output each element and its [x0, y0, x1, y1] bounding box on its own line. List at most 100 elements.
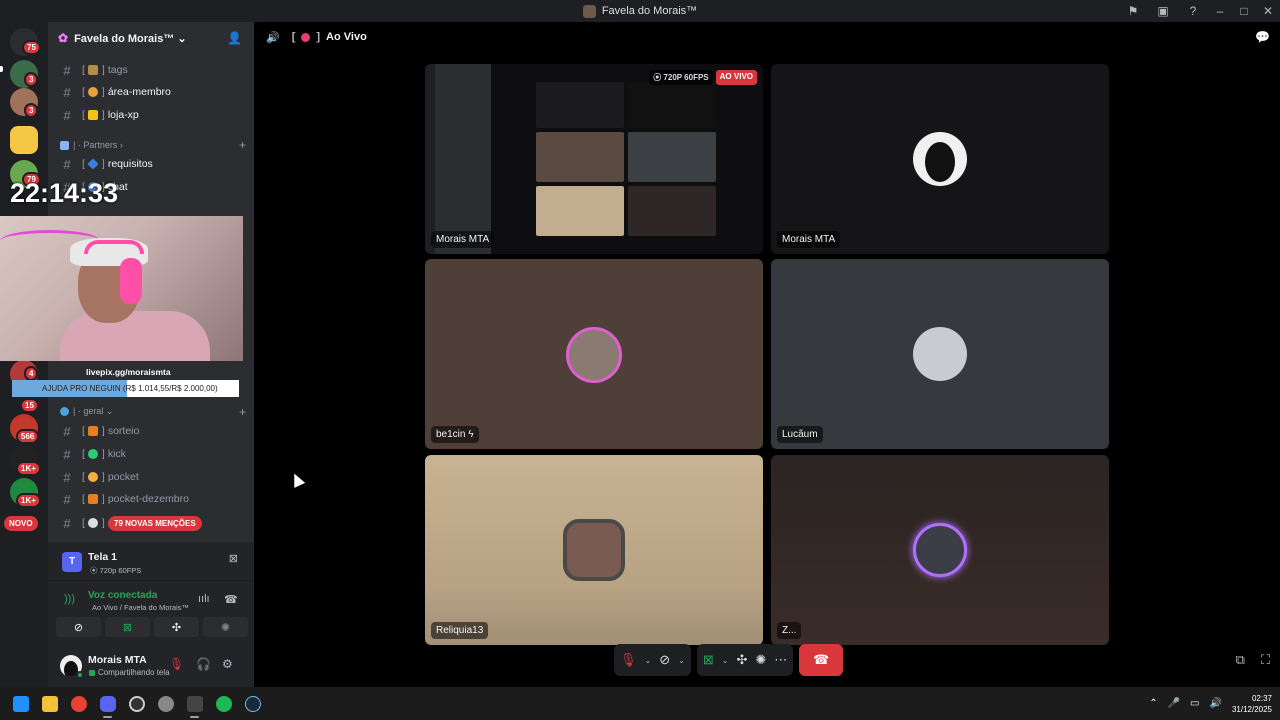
steam-icon[interactable]	[238, 687, 267, 720]
server-icon	[582, 4, 596, 18]
add-member-icon[interactable]: 👤	[227, 31, 242, 45]
mic-muted-icon[interactable]: 🎙	[169, 657, 184, 671]
hash-icon: #	[63, 491, 71, 507]
mention-badge: 15	[20, 398, 39, 413]
leave-call-button[interactable]: ☎	[799, 644, 844, 676]
avatar	[563, 519, 625, 581]
avatar	[566, 327, 622, 383]
hash-icon: #	[63, 423, 71, 439]
channel-title: Ao Vivo	[326, 31, 367, 43]
participant-tile[interactable]: Reliquia13	[425, 455, 763, 645]
spotify-icon[interactable]	[209, 687, 238, 720]
participant-tile[interactable]: Lucãum	[771, 259, 1109, 449]
voice-status[interactable]: Voz conectada	[88, 590, 157, 601]
channel-item[interactable]: # [] área-membro	[56, 81, 246, 103]
tile-label: Morais MTA	[431, 231, 495, 248]
share-screen-icon[interactable]: ⊠	[703, 652, 714, 668]
minimize-button[interactable]: –	[1208, 0, 1232, 22]
screen-icon[interactable]: ▣	[1148, 0, 1178, 22]
channel-item[interactable]: # [] pocket-dezembro	[56, 488, 246, 510]
file-explorer-icon[interactable]	[35, 687, 64, 720]
participant-tile[interactable]: be1cin ϟ	[425, 259, 763, 449]
category-partners[interactable]: | · Partners › +	[60, 138, 246, 152]
category-label: | · Partners ›	[73, 140, 123, 150]
inbox-icon[interactable]: ⚑	[1118, 0, 1148, 22]
title-bar: Favela do Morais™ ⚑ ▣ ? – □ ✕	[0, 0, 1280, 22]
tile-label: Lucãum	[777, 426, 823, 443]
maximize-button[interactable]: □	[1232, 0, 1256, 22]
activities-icon[interactable]: ✣	[736, 652, 747, 668]
category-geral[interactable]: | · geral ⌄ +	[60, 405, 246, 419]
settings-icon[interactable]	[151, 687, 180, 720]
mention-badge: 1K+	[16, 493, 41, 508]
stop-stream-icon[interactable]: ⊠	[229, 552, 238, 565]
camera-off-button[interactable]: ⊘	[56, 617, 101, 637]
epic-games-icon[interactable]	[180, 687, 209, 720]
screen-share-tile[interactable]: ⦿ 720P 60FPS AO VIVO Morais MTA	[425, 64, 763, 254]
start-button[interactable]	[6, 687, 35, 720]
channel-name: requisitos	[107, 158, 153, 170]
participant-tile[interactable]: Z...	[771, 455, 1109, 645]
headphones-muted-icon[interactable]: 🎧	[196, 657, 211, 671]
unread-pip	[0, 66, 3, 72]
chevron-up-icon[interactable]: ⌃	[1149, 698, 1157, 709]
fullscreen-icon[interactable]: ⛶	[1261, 652, 1270, 668]
soundboard-button[interactable]: ✺	[203, 617, 248, 637]
share-screen-button[interactable]: ⊠	[105, 617, 150, 637]
soundboard-icon[interactable]: ✺	[755, 652, 766, 668]
hash-icon: #	[63, 156, 71, 172]
channel-item[interactable]: # [] kick	[56, 443, 246, 465]
add-channel-icon[interactable]: +	[239, 138, 246, 152]
hash-icon: #	[63, 515, 71, 531]
chevron-down-icon[interactable]: ⌄	[645, 656, 652, 665]
settings-gear-icon[interactable]: ⚙	[222, 657, 233, 671]
user-name[interactable]: Morais MTA	[88, 654, 147, 666]
gift-icon	[87, 494, 98, 504]
chrome-icon[interactable]	[64, 687, 93, 720]
participant-tile[interactable]: Morais MTA	[771, 64, 1109, 254]
display-icon[interactable]: ▭	[1190, 698, 1199, 709]
voice-channel[interactable]: Ao Vivo / Favela do Morais™	[92, 603, 189, 612]
flower-icon: ✿	[58, 31, 69, 45]
camera-off-icon[interactable]: ⊘	[659, 652, 670, 668]
hash-icon: #	[63, 446, 71, 462]
help-icon[interactable]: ?	[1178, 0, 1208, 22]
screen-thumb: T	[62, 552, 82, 572]
obs-icon[interactable]	[122, 687, 151, 720]
volume-icon[interactable]: 🔊	[1210, 698, 1222, 709]
channel-item[interactable]: # [] pocket	[56, 466, 246, 488]
mic-muted-icon[interactable]: 🎙	[620, 652, 637, 668]
user-panel: Morais MTA Compartilhando tela 🎙 🎧 ⚙	[48, 645, 254, 687]
chat-bubble-icon[interactable]: 💬	[1255, 30, 1270, 44]
hash-icon: #	[63, 107, 71, 123]
channel-item[interactable]: # [] requisitos	[56, 153, 246, 175]
channel-name: sorteio	[107, 425, 140, 437]
signal-icon[interactable]: )))	[64, 593, 75, 605]
microphone-icon[interactable]: 🎤	[1168, 698, 1180, 709]
channel-item[interactable]: # [] tags	[56, 59, 246, 81]
activities-button[interactable]: ✣	[154, 617, 199, 637]
channel-name: tags	[107, 64, 128, 76]
chevron-down-icon[interactable]: ⌄	[678, 656, 685, 665]
server-header[interactable]: ✿ Favela do Morais™ ⌄ 👤	[48, 22, 254, 54]
ticket-icon	[87, 110, 98, 120]
speaker-icon[interactable]: 🔊	[266, 31, 280, 44]
add-channel-icon[interactable]: +	[239, 405, 246, 419]
noise-suppression-icon[interactable]: ıılı	[198, 593, 210, 605]
server-icon[interactable]	[10, 126, 38, 154]
clock-time: 02:37	[1251, 693, 1272, 703]
more-options-icon[interactable]: ⋯	[774, 652, 787, 668]
popout-icon[interactable]: ⧉	[1236, 652, 1245, 668]
hash-icon: #	[63, 62, 71, 78]
unread-badge: 75	[22, 40, 41, 55]
close-button[interactable]: ✕	[1256, 0, 1280, 22]
disconnect-icon[interactable]: ☎	[224, 593, 238, 606]
stream-quality: ⦿ 720p 60FPS	[90, 566, 142, 575]
discord-icon[interactable]	[93, 687, 122, 720]
channel-item[interactable]: # [] loja-xp	[56, 104, 246, 126]
chevron-down-icon[interactable]: ⌄	[722, 656, 729, 665]
channel-item[interactable]: # [] sorteio	[56, 420, 246, 442]
new-unreads-badge[interactable]: NOVO	[4, 516, 38, 531]
taskbar-clock[interactable]: 02:37 31/12/2025	[1232, 693, 1272, 715]
new-mentions-pill[interactable]: 79 NOVAS MENÇÕES	[108, 516, 202, 531]
